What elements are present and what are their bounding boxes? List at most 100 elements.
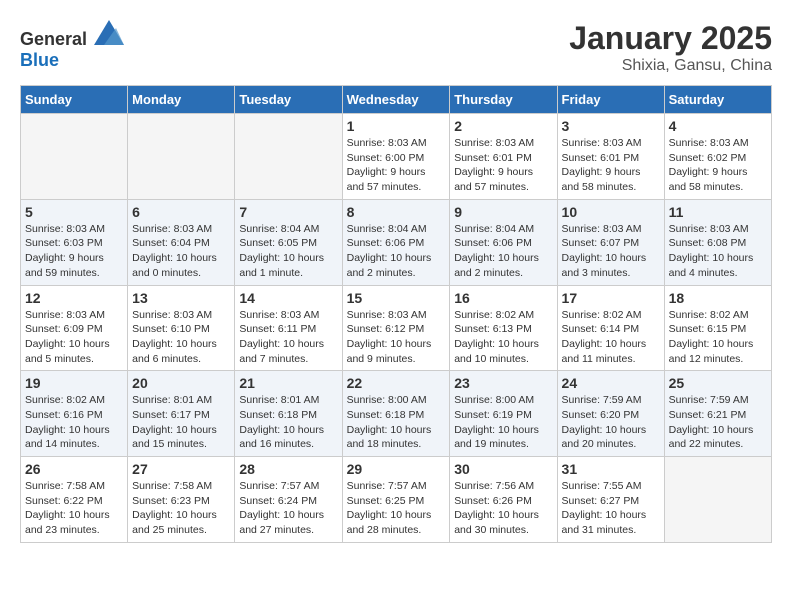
logo-general: General <box>20 29 87 49</box>
day-number: 29 <box>347 461 446 477</box>
day-info: Sunrise: 8:03 AM Sunset: 6:04 PM Dayligh… <box>132 222 230 281</box>
day-info: Sunrise: 8:02 AM Sunset: 6:14 PM Dayligh… <box>562 308 660 367</box>
day-number: 25 <box>669 375 767 391</box>
day-cell: 4Sunrise: 8:03 AM Sunset: 6:02 PM Daylig… <box>664 114 771 200</box>
day-cell: 30 Sunrise: 7:56 AM Sunset: 6:26 PM Dayli… <box>450 457 557 543</box>
day-info: Sunrise: 8:03 AM Sunset: 6:02 PM Dayligh… <box>669 136 767 195</box>
day-info: Sunrise: 8:01 AM Sunset: 6:17 PM Dayligh… <box>132 393 230 452</box>
day-cell <box>664 457 771 543</box>
day-cell: 22Sunrise: 8:00 AM Sunset: 6:18 PM Dayli… <box>342 371 450 457</box>
day-cell: 23Sunrise: 8:00 AM Sunset: 6:19 PM Dayli… <box>450 371 557 457</box>
day-cell: 12 Sunrise: 8:03 AM Sunset: 6:09 PM Dayli… <box>21 285 128 371</box>
day-number: 8 <box>347 204 446 220</box>
day-cell: 28 Sunrise: 7:57 AM Sunset: 6:24 PM Dayli… <box>235 457 342 543</box>
day-info: Sunrise: 8:03 AM Sunset: 6:10 PM Dayligh… <box>132 308 230 367</box>
day-number: 10 <box>562 204 660 220</box>
day-cell: 31 Sunrise: 7:55 AM Sunset: 6:27 PM Dayli… <box>557 457 664 543</box>
day-number: 15 <box>347 290 446 306</box>
day-info: Sunrise: 8:03 AM Sunset: 6:07 PM Dayligh… <box>562 222 660 281</box>
day-cell: 6 Sunrise: 8:03 AM Sunset: 6:04 PM Daylig… <box>128 199 235 285</box>
day-info: Sunrise: 8:03 AM Sunset: 6:03 PM Dayligh… <box>25 222 123 281</box>
calendar-subtitle: Shixia, Gansu, China <box>569 57 772 75</box>
day-number: 12 <box>25 290 123 306</box>
day-cell: 15 Sunrise: 8:03 AM Sunset: 6:12 PM Dayli… <box>342 285 450 371</box>
day-number: 9 <box>454 204 552 220</box>
day-cell: 9Sunrise: 8:04 AM Sunset: 6:06 PM Daylig… <box>450 199 557 285</box>
day-info: Sunrise: 7:55 AM Sunset: 6:27 PM Dayligh… <box>562 479 660 538</box>
day-info: Sunrise: 8:02 AM Sunset: 6:15 PM Dayligh… <box>669 308 767 367</box>
day-number: 6 <box>132 204 230 220</box>
day-info: Sunrise: 8:01 AM Sunset: 6:18 PM Dayligh… <box>239 393 337 452</box>
day-cell <box>21 114 128 200</box>
calendar-title: January 2025 <box>569 20 772 57</box>
week-row-4: 19Sunrise: 8:02 AM Sunset: 6:16 PM Dayli… <box>21 371 772 457</box>
day-cell <box>128 114 235 200</box>
logo-blue: Blue <box>20 50 59 70</box>
day-number: 17 <box>562 290 660 306</box>
day-number: 18 <box>669 290 767 306</box>
day-cell: 24 Sunrise: 7:59 AM Sunset: 6:20 PM Dayli… <box>557 371 664 457</box>
day-number: 1 <box>347 118 446 134</box>
weekday-header-sunday: Sunday <box>21 86 128 114</box>
day-number: 11 <box>669 204 767 220</box>
day-info: Sunrise: 8:03 AM Sunset: 6:12 PM Dayligh… <box>347 308 446 367</box>
day-info: Sunrise: 8:03 AM Sunset: 6:01 PM Dayligh… <box>454 136 552 195</box>
weekday-header-monday: Monday <box>128 86 235 114</box>
day-number: 26 <box>25 461 123 477</box>
page-header: General Blue January 2025 Shixia, Gansu,… <box>20 20 772 75</box>
logo-icon <box>94 20 124 45</box>
week-row-3: 12 Sunrise: 8:03 AM Sunset: 6:09 PM Dayli… <box>21 285 772 371</box>
day-cell: 19Sunrise: 8:02 AM Sunset: 6:16 PM Dayli… <box>21 371 128 457</box>
day-cell: 5 Sunrise: 8:03 AM Sunset: 6:03 PM Daylig… <box>21 199 128 285</box>
weekday-header-thursday: Thursday <box>450 86 557 114</box>
day-info: Sunrise: 7:59 AM Sunset: 6:21 PM Dayligh… <box>669 393 767 452</box>
day-info: Sunrise: 8:03 AM Sunset: 6:09 PM Dayligh… <box>25 308 123 367</box>
day-info: Sunrise: 7:58 AM Sunset: 6:22 PM Dayligh… <box>25 479 123 538</box>
day-number: 21 <box>239 375 337 391</box>
day-number: 31 <box>562 461 660 477</box>
day-number: 27 <box>132 461 230 477</box>
day-number: 14 <box>239 290 337 306</box>
day-info: Sunrise: 7:57 AM Sunset: 6:25 PM Dayligh… <box>347 479 446 538</box>
day-cell: 25 Sunrise: 7:59 AM Sunset: 6:21 PM Dayli… <box>664 371 771 457</box>
day-info: Sunrise: 7:57 AM Sunset: 6:24 PM Dayligh… <box>239 479 337 538</box>
day-info: Sunrise: 8:03 AM Sunset: 6:00 PM Dayligh… <box>347 136 446 195</box>
day-cell: 2 Sunrise: 8:03 AM Sunset: 6:01 PM Daylig… <box>450 114 557 200</box>
day-cell: 26 Sunrise: 7:58 AM Sunset: 6:22 PM Dayli… <box>21 457 128 543</box>
weekday-header-saturday: Saturday <box>664 86 771 114</box>
day-cell <box>235 114 342 200</box>
day-number: 19 <box>25 375 123 391</box>
day-cell: 17 Sunrise: 8:02 AM Sunset: 6:14 PM Dayli… <box>557 285 664 371</box>
day-cell: 21 Sunrise: 8:01 AM Sunset: 6:18 PM Dayli… <box>235 371 342 457</box>
day-cell: 29 Sunrise: 7:57 AM Sunset: 6:25 PM Dayli… <box>342 457 450 543</box>
day-number: 24 <box>562 375 660 391</box>
day-number: 2 <box>454 118 552 134</box>
day-cell: 3Sunrise: 8:03 AM Sunset: 6:01 PM Daylig… <box>557 114 664 200</box>
day-number: 20 <box>132 375 230 391</box>
day-cell: 7 Sunrise: 8:04 AM Sunset: 6:05 PM Daylig… <box>235 199 342 285</box>
day-cell: 11Sunrise: 8:03 AM Sunset: 6:08 PM Dayli… <box>664 199 771 285</box>
day-number: 30 <box>454 461 552 477</box>
day-info: Sunrise: 8:04 AM Sunset: 6:06 PM Dayligh… <box>347 222 446 281</box>
day-cell: 14 Sunrise: 8:03 AM Sunset: 6:11 PM Dayli… <box>235 285 342 371</box>
day-info: Sunrise: 8:03 AM Sunset: 6:11 PM Dayligh… <box>239 308 337 367</box>
day-info: Sunrise: 8:02 AM Sunset: 6:13 PM Dayligh… <box>454 308 552 367</box>
weekday-header-tuesday: Tuesday <box>235 86 342 114</box>
title-block: January 2025 Shixia, Gansu, China <box>569 20 772 75</box>
day-number: 7 <box>239 204 337 220</box>
day-number: 28 <box>239 461 337 477</box>
day-cell: 8 Sunrise: 8:04 AM Sunset: 6:06 PM Daylig… <box>342 199 450 285</box>
day-info: Sunrise: 7:59 AM Sunset: 6:20 PM Dayligh… <box>562 393 660 452</box>
weekday-header-row: SundayMondayTuesdayWednesdayThursdayFrid… <box>21 86 772 114</box>
logo-text: General Blue <box>20 20 124 71</box>
day-number: 5 <box>25 204 123 220</box>
day-info: Sunrise: 8:00 AM Sunset: 6:19 PM Dayligh… <box>454 393 552 452</box>
calendar-table: SundayMondayTuesdayWednesdayThursdayFrid… <box>20 85 772 543</box>
day-cell: 18 Sunrise: 8:02 AM Sunset: 6:15 PM Dayli… <box>664 285 771 371</box>
day-info: Sunrise: 8:04 AM Sunset: 6:05 PM Dayligh… <box>239 222 337 281</box>
day-cell: 16Sunrise: 8:02 AM Sunset: 6:13 PM Dayli… <box>450 285 557 371</box>
logo: General Blue <box>20 20 124 71</box>
day-info: Sunrise: 7:56 AM Sunset: 6:26 PM Dayligh… <box>454 479 552 538</box>
day-cell: 10 Sunrise: 8:03 AM Sunset: 6:07 PM Dayli… <box>557 199 664 285</box>
day-cell: 1 Sunrise: 8:03 AM Sunset: 6:00 PM Daylig… <box>342 114 450 200</box>
